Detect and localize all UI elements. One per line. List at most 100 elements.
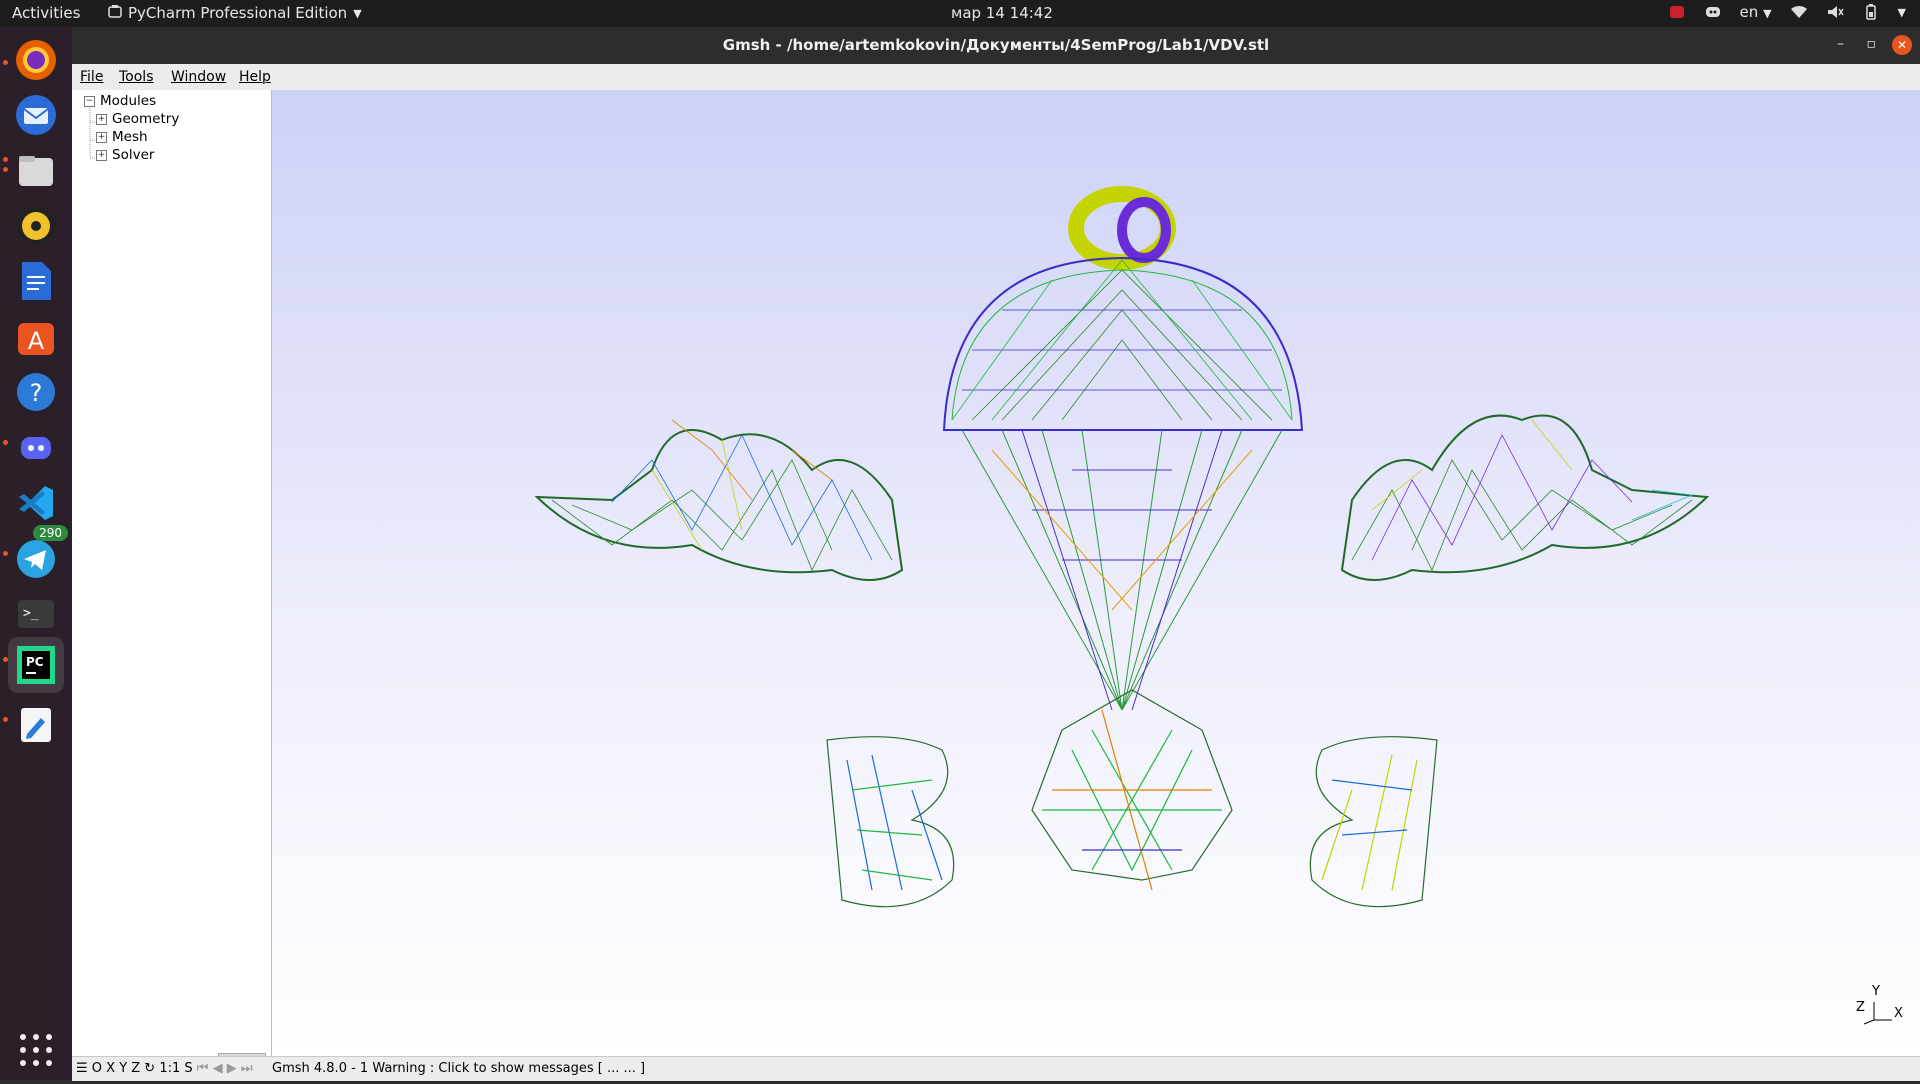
dock-thunderbird[interactable] bbox=[8, 87, 64, 143]
dock-rhythmbox[interactable] bbox=[8, 198, 64, 254]
tree-node-label: Mesh bbox=[112, 129, 148, 145]
running-indicator bbox=[3, 717, 8, 722]
notification-badge: 290 bbox=[33, 525, 68, 541]
svg-text:PC: PC bbox=[26, 655, 44, 669]
menu-toggle-icon[interactable]: ☰ bbox=[76, 1061, 88, 1076]
tree-node-modules[interactable]: − Modules bbox=[84, 93, 156, 109]
tree-node-geometry[interactable]: + Geometry bbox=[96, 111, 179, 127]
svg-text:?: ? bbox=[30, 379, 43, 407]
thunderbird-icon bbox=[16, 95, 56, 135]
shroud-lines bbox=[961, 429, 1283, 711]
grid-dot bbox=[20, 1047, 26, 1053]
grid-dot bbox=[20, 1060, 26, 1066]
help-icon: ? bbox=[17, 373, 55, 411]
app-menu-icon bbox=[108, 4, 122, 22]
grid-dot bbox=[20, 1034, 26, 1040]
running-indicator bbox=[3, 657, 8, 662]
close-button[interactable]: ✕ bbox=[1892, 35, 1912, 55]
folder-icon bbox=[19, 156, 53, 186]
grid-dot bbox=[33, 1047, 39, 1053]
graphics-viewport[interactable]: Y Z X bbox=[272, 90, 1920, 1056]
menu-window[interactable]: Window bbox=[171, 69, 226, 85]
dock-writer[interactable] bbox=[8, 253, 64, 309]
letters-wires bbox=[826, 689, 1438, 908]
terminal-icon: >_ bbox=[18, 600, 54, 628]
pycharm-icon: PC bbox=[17, 646, 55, 684]
grid-dot bbox=[46, 1034, 52, 1040]
discord-icon bbox=[21, 437, 51, 459]
menu-help[interactable]: Help bbox=[239, 69, 271, 85]
module-tree: − Modules + Geometry + Mesh + Solver bbox=[72, 90, 272, 1081]
app-store-icon: A bbox=[18, 323, 54, 355]
recording-icon[interactable] bbox=[1668, 3, 1686, 21]
tree-node-solver[interactable]: + Solver bbox=[96, 147, 154, 163]
menu-bar: File Tools Window Help bbox=[72, 64, 1920, 91]
rhythmbox-icon bbox=[17, 207, 55, 245]
view-controls[interactable]: ☰ O X Y Z ↻ 1:1 S ⏮ ◀ ▶ ⏭ bbox=[76, 1061, 253, 1076]
dock-firefox[interactable] bbox=[8, 32, 64, 88]
document-icon bbox=[22, 262, 51, 300]
right-wing-wires bbox=[1351, 419, 1694, 571]
menu-file[interactable]: File bbox=[80, 69, 103, 85]
minimize-button[interactable]: – bbox=[1837, 36, 1844, 52]
grid-dot bbox=[46, 1047, 52, 1053]
clock[interactable]: мар 14 14:42 bbox=[951, 4, 1053, 22]
title-bar[interactable]: Gmsh - /home/artemkokovin/Документы/4Sem… bbox=[72, 27, 1920, 64]
grid-dot bbox=[33, 1034, 39, 1040]
stl-mesh-model bbox=[534, 186, 1710, 908]
svg-text:A: A bbox=[28, 327, 45, 355]
status-bar: ☰ O X Y Z ↻ 1:1 S ⏮ ◀ ▶ ⏭ Gmsh 4.8.0 - 1… bbox=[72, 1056, 1920, 1081]
dock-terminal[interactable]: >_ bbox=[8, 586, 64, 642]
discord-tray-icon[interactable] bbox=[1704, 3, 1722, 21]
tree-node-mesh[interactable]: + Mesh bbox=[96, 129, 148, 145]
chevron-down-icon: ▼ bbox=[1763, 7, 1772, 20]
dock-discord[interactable] bbox=[8, 420, 64, 476]
system-menu-chevron-icon[interactable]: ▼ bbox=[1898, 6, 1906, 19]
dock-app-center[interactable]: A bbox=[8, 309, 64, 365]
gmsh-window: Gmsh - /home/artemkokovin/Документы/4Sem… bbox=[72, 27, 1920, 1081]
text-editor-icon bbox=[21, 708, 51, 742]
left-wing-wires bbox=[551, 419, 893, 571]
expand-icon[interactable]: + bbox=[96, 131, 107, 143]
collapse-icon[interactable]: − bbox=[84, 95, 95, 107]
canopy-wires bbox=[951, 259, 1293, 421]
view-controls-label: O X Y Z ↻ 1:1 S bbox=[91, 1061, 193, 1076]
dock: A ? 290 >_ PC bbox=[0, 27, 72, 1080]
language-indicator[interactable]: en ▼ bbox=[1740, 3, 1772, 21]
dock-pycharm[interactable]: PC bbox=[8, 637, 64, 693]
status-message[interactable]: Gmsh 4.8.0 - 1 Warning : Click to show m… bbox=[272, 1061, 645, 1076]
activities-button[interactable]: Activities bbox=[12, 4, 80, 22]
tree-node-label: Geometry bbox=[112, 111, 180, 127]
running-indicator bbox=[3, 157, 8, 162]
dock-telegram[interactable]: 290 bbox=[8, 525, 68, 587]
running-indicator bbox=[3, 60, 8, 65]
running-indicator bbox=[3, 440, 8, 445]
maximize-button[interactable]: ▫ bbox=[1867, 36, 1877, 52]
app-menu[interactable]: PyCharm Professional Edition ▼ bbox=[108, 4, 362, 22]
chevron-down-icon: ▼ bbox=[353, 6, 362, 20]
volume-icon[interactable] bbox=[1826, 3, 1844, 21]
expand-icon[interactable]: + bbox=[96, 113, 107, 125]
running-indicator bbox=[3, 167, 8, 172]
battery-icon[interactable] bbox=[1862, 3, 1880, 21]
running-indicator bbox=[3, 551, 8, 556]
axes-lines bbox=[1863, 1002, 1892, 1025]
expand-icon[interactable]: + bbox=[96, 149, 107, 161]
show-applications-button[interactable] bbox=[20, 1034, 52, 1066]
dock-help[interactable]: ? bbox=[8, 364, 64, 420]
firefox-icon bbox=[16, 40, 56, 80]
dock-vscode[interactable] bbox=[8, 475, 64, 531]
grid-dot bbox=[46, 1060, 52, 1066]
dock-text-editor[interactable] bbox=[8, 697, 64, 753]
menu-tools[interactable]: Tools bbox=[119, 69, 154, 85]
top-bar: Activities PyCharm Professional Edition … bbox=[0, 0, 1920, 27]
wifi-icon[interactable] bbox=[1790, 3, 1808, 21]
dock-files[interactable] bbox=[8, 143, 64, 199]
axes-indicator: Y Z X bbox=[1856, 984, 1906, 1028]
grid-dot bbox=[33, 1060, 39, 1066]
animation-controls[interactable]: ⏮ ◀ ▶ ⏭ bbox=[197, 1061, 253, 1076]
svg-text:>_: >_ bbox=[23, 606, 39, 621]
vscode-icon bbox=[19, 486, 53, 520]
system-tray: en ▼ ▼ bbox=[1668, 3, 1906, 21]
language-label: en bbox=[1739, 3, 1759, 21]
